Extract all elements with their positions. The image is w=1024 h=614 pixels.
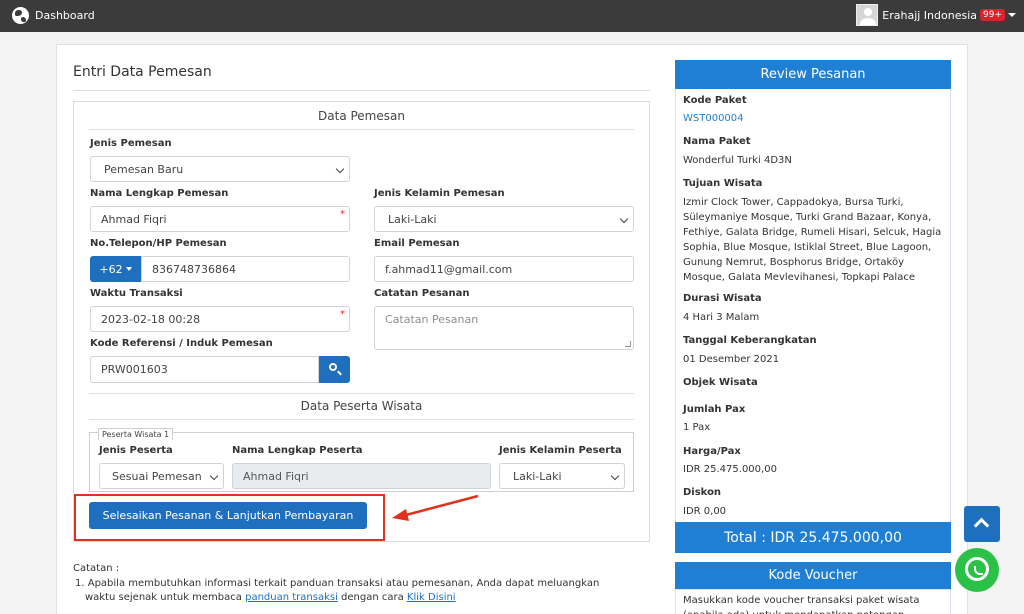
user-menu[interactable]: Erahajj Indonesia 99+ (856, 4, 1016, 26)
jenis-kelamin-value: Laki-Laki (388, 213, 437, 226)
voucher-title: Kode Voucher (675, 562, 951, 589)
email-value: f.ahmad11@gmail.com (385, 263, 513, 276)
highlight-box (74, 494, 385, 541)
nama-peserta-input: Ahmad Fiqri (232, 463, 491, 489)
section-title-pemesan: Data Pemesan (318, 109, 405, 123)
note-text: dengan cara (337, 592, 407, 603)
nama-paket-label: Nama Paket (683, 136, 751, 147)
chevron-up-icon (973, 517, 990, 534)
catatan-textarea[interactable]: Catatan Pesanan (374, 306, 634, 350)
top-navbar: Dashboard Erahajj Indonesia 99+ (0, 0, 1024, 32)
note-item-1: 1. Apabila membutuhkan informasi terkait… (75, 577, 652, 591)
scroll-to-top-button[interactable] (964, 506, 1000, 542)
chevron-down-icon (610, 471, 620, 481)
caret-down-icon (125, 267, 132, 271)
avatar (856, 4, 879, 26)
nama-lengkap-input[interactable]: Ahmad Fiqri * (90, 206, 350, 232)
jenis-peserta-label: Jenis Peserta (99, 445, 173, 456)
jenis-pemesan-value: Pemesan Baru (104, 163, 184, 176)
email-input[interactable]: f.ahmad11@gmail.com (374, 256, 634, 282)
kode-referensi-value: PRW001603 (101, 363, 168, 376)
section-divider (89, 393, 634, 394)
kelamin-peserta-select[interactable]: Laki-Laki (499, 463, 625, 489)
nama-lengkap-label: Nama Lengkap Pemesan (90, 188, 229, 199)
tujuan-label: Tujuan Wisata (683, 178, 763, 189)
chevron-down-icon (335, 164, 345, 174)
waktu-label: Waktu Transaksi (90, 288, 183, 299)
country-code-dropdown[interactable]: +62 (90, 256, 141, 282)
user-name: Erahajj Indonesia (882, 8, 977, 22)
tanggal-value: 01 Desember 2021 (683, 354, 780, 365)
jenis-kelamin-label: Jenis Kelamin Pemesan (374, 188, 505, 199)
telepon-value: 836748736864 (152, 263, 236, 276)
nama-lengkap-value: Ahmad Fiqri (101, 213, 167, 226)
section-divider (89, 419, 634, 420)
arrow-icon (392, 494, 479, 521)
nama-peserta-value: Ahmad Fiqri (243, 470, 309, 483)
search-icon (329, 363, 337, 371)
country-code-value: +62 (99, 262, 123, 276)
note-text: Apabila membutuhkan informasi terkait pa… (87, 578, 600, 589)
whatsapp-icon (965, 557, 989, 581)
notes-title: Catatan : (73, 563, 120, 574)
dashboard-link[interactable]: Dashboard (12, 7, 95, 24)
objek-label: Objek Wisata (683, 377, 758, 388)
telepon-label: No.Telepon/HP Pemesan (90, 238, 227, 249)
tanggal-label: Tanggal Keberangkatan (683, 335, 817, 346)
required-mark: * (340, 209, 345, 220)
jenis-pemesan-label: Jenis Pemesan (90, 138, 172, 149)
durasi-value: 4 Hari 3 Malam (683, 312, 760, 323)
chevron-down-icon (1008, 13, 1016, 17)
kelamin-peserta-value: Laki-Laki (513, 470, 562, 483)
note-text: waktu sejenak untuk membaca (85, 592, 246, 603)
harga-label: Harga/Pax (683, 446, 741, 457)
nama-paket-value: Wonderful Turki 4D3N (683, 155, 792, 166)
catatan-placeholder: Catatan Pesanan (385, 313, 479, 326)
pax-label: Jumlah Pax (683, 404, 746, 415)
pax-value: 1 Pax (683, 422, 711, 433)
kode-paket-link[interactable]: WST000004 (683, 113, 744, 124)
catatan-label: Catatan Pesanan (374, 288, 470, 299)
email-label: Email Pemesan (374, 238, 460, 249)
durasi-label: Durasi Wisata (683, 293, 762, 304)
dashboard-label: Dashboard (35, 9, 95, 22)
waktu-input[interactable]: 2023-02-18 00:28 * (90, 306, 350, 332)
waktu-value: 2023-02-18 00:28 (101, 313, 201, 326)
jenis-pemesan-select[interactable]: Pemesan Baru (90, 156, 350, 182)
diskon-value: IDR 0,00 (683, 506, 727, 517)
voucher-text: Masukkan kode voucher transaksi paket wi… (683, 595, 920, 614)
panduan-transaksi-link[interactable]: panduan transaksi (245, 592, 338, 603)
notification-badge: 99+ (980, 9, 1005, 21)
kelamin-peserta-label: Jenis Kelamin Peserta (499, 445, 622, 456)
jenis-peserta-value: Sesuai Pemesan (112, 470, 202, 483)
kode-referensi-label: Kode Referensi / Induk Pemesan (90, 338, 273, 349)
chevron-down-icon (619, 214, 629, 224)
chevron-down-icon (209, 471, 219, 481)
note-item-1-line-2: waktu sejenak untuk membaca panduan tran… (85, 591, 456, 605)
review-panel (675, 60, 951, 552)
telepon-input[interactable]: 836748736864 (141, 256, 350, 282)
review-title: Review Pesanan (675, 60, 951, 89)
note-number: 1. (75, 578, 85, 589)
kode-referensi-input[interactable]: PRW001603 (90, 356, 319, 383)
section-title-peserta: Data Peserta Wisata (300, 399, 423, 413)
harga-value: IDR 25.475.000,00 (683, 464, 777, 475)
nama-peserta-label: Nama Lengkap Peserta (232, 445, 363, 456)
search-button[interactable] (319, 356, 350, 383)
kode-paket-label: Kode Paket (683, 95, 747, 106)
jenis-kelamin-select[interactable]: Laki-Laki (374, 206, 634, 232)
peserta-legend: Peserta Wisata 1 (98, 428, 174, 440)
required-mark: * (340, 309, 345, 320)
klik-disini-link[interactable]: Klik Disini (407, 592, 456, 603)
diskon-label: Diskon (683, 487, 722, 498)
whatsapp-button[interactable] (955, 548, 999, 592)
section-divider (89, 129, 634, 130)
jenis-peserta-select[interactable]: Sesuai Pemesan (99, 463, 224, 489)
resize-handle[interactable] (625, 341, 631, 347)
tujuan-value: Izmir Clock Tower, Cappadokya, Bursa Tur… (683, 197, 942, 283)
page-title: Entri Data Pemesan (73, 64, 212, 80)
globe-icon (12, 7, 29, 24)
total-bar: Total : IDR 25.475.000,00 (675, 522, 951, 553)
divider (73, 90, 650, 91)
